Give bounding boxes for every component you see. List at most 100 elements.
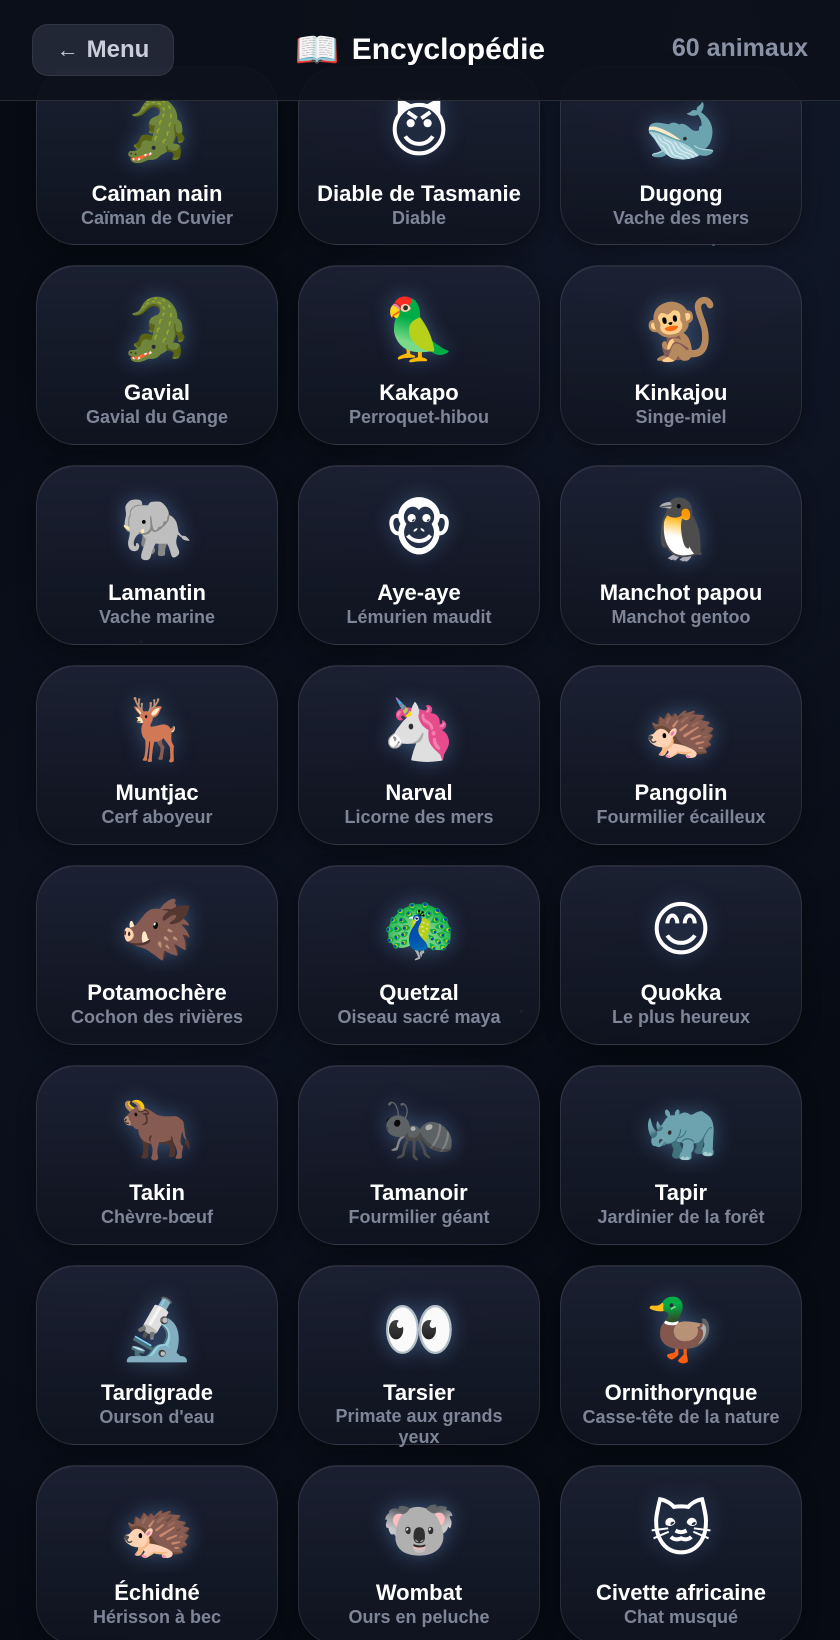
animal-name: Aye-aye xyxy=(377,580,461,605)
parrot-icon: 🦜 xyxy=(381,296,457,363)
animal-card[interactable]: 🦔 Échidné Hérisson à bec xyxy=(36,1465,278,1640)
encyclopedia-page: 🐊 Caïman nain Caïman de Cuvier 😈 Diable … xyxy=(0,0,840,1640)
unicorn-icon: 🦄 xyxy=(381,696,457,763)
animal-subtitle: Ourson d'eau xyxy=(99,1407,215,1427)
book-icon: 📖 xyxy=(294,29,340,70)
animal-card[interactable]: 🐘 Lamantin Vache marine xyxy=(36,465,278,645)
animal-subtitle: Vache marine xyxy=(98,607,216,627)
animal-subtitle: Ours en peluche xyxy=(348,1607,490,1627)
animal-name: Caïman nain xyxy=(91,181,223,206)
animal-name: Potamochère xyxy=(87,980,227,1005)
animal-name: Tardigrade xyxy=(100,1380,214,1405)
animal-subtitle: Manchot gentoo xyxy=(611,607,751,627)
animal-subtitle: Vache des mers xyxy=(612,208,750,228)
animal-subtitle: Diable xyxy=(391,208,447,228)
ant-icon: 🐜 xyxy=(381,1096,457,1163)
animal-subtitle: Lémurien maudit xyxy=(346,607,492,627)
animal-name: Narval xyxy=(385,780,453,805)
animal-subtitle: Licorne des mers xyxy=(344,807,494,827)
animal-card[interactable]: 🐜 Tamanoir Fourmilier géant xyxy=(298,1065,540,1245)
animal-subtitle: Primate aux grands yeux xyxy=(335,1406,503,1447)
animal-name: Pangolin xyxy=(634,780,728,805)
elephant-icon: 🐘 xyxy=(119,496,195,563)
peacock-icon: 🦚 xyxy=(381,896,457,963)
whale-icon: 🐋 xyxy=(643,97,719,164)
animal-card[interactable]: 🐒 Kinkajou Singe-miel xyxy=(560,265,802,445)
animal-name: Kinkajou xyxy=(634,380,728,405)
animal-name: Manchot papou xyxy=(599,580,763,605)
page-title: Encyclopédie xyxy=(351,33,546,66)
animal-card[interactable]: 🐗 Potamochère Cochon des rivières xyxy=(36,865,278,1045)
animal-subtitle: Caïman de Cuvier xyxy=(80,208,234,228)
animal-name: Civette africaine xyxy=(596,1580,766,1605)
animal-subtitle: Casse-tête de la nature xyxy=(582,1407,780,1427)
animal-card[interactable]: 🐨 Wombat Ours en peluche xyxy=(298,1465,540,1640)
crocodile-icon: 🐊 xyxy=(119,97,195,164)
animal-subtitle: Jardinier de la forêt xyxy=(597,1207,765,1227)
animal-name: Lamantin xyxy=(108,580,206,605)
crocodile-icon: 🐊 xyxy=(119,296,195,363)
animal-name: Muntjac xyxy=(115,780,199,805)
animal-card[interactable]: 😊 Quokka Le plus heureux xyxy=(560,865,802,1045)
animal-card[interactable]: 🐱 Civette africaine Chat musqué xyxy=(560,1465,802,1640)
animal-name: Quokka xyxy=(640,980,722,1005)
animal-card[interactable]: 🐂 Takin Chèvre-bœuf xyxy=(36,1065,278,1245)
monkey-icon: 🐒 xyxy=(643,296,719,363)
animal-name: Tapir xyxy=(654,1180,708,1205)
hedgehog-icon: 🦔 xyxy=(643,696,719,763)
animal-subtitle: Chat musqué xyxy=(623,1607,738,1627)
monkey-face-icon: 🐵 xyxy=(384,496,454,563)
animal-subtitle: Le plus heureux xyxy=(611,1007,751,1027)
animal-name: Tamanoir xyxy=(370,1180,468,1205)
animal-card[interactable]: 🦌 Muntjac Cerf aboyeur xyxy=(36,665,278,845)
animal-card[interactable]: 🦔 Pangolin Fourmilier écailleux xyxy=(560,665,802,845)
animal-subtitle: Perroquet-hibou xyxy=(349,407,489,427)
animal-name: Diable de Tasmanie xyxy=(317,181,521,206)
animal-card[interactable]: 🦏 Tapir Jardinier de la forêt xyxy=(560,1065,802,1245)
animal-card[interactable]: 🐊 Gavial Gavial du Gange xyxy=(36,265,278,445)
menu-button-label: Menu xyxy=(86,36,150,63)
animal-subtitle: Chèvre-bœuf xyxy=(101,1207,213,1227)
animal-name: Échidné xyxy=(114,1580,200,1605)
animal-count: 60 animaux xyxy=(671,34,808,62)
animal-grid: 🐊 Caïman nain Caïman de Cuvier 😈 Diable … xyxy=(36,66,804,1640)
animal-card[interactable]: 🐵 Aye-aye Lémurien maudit xyxy=(298,465,540,645)
animal-card[interactable]: 🦚 Quetzal Oiseau sacré maya xyxy=(298,865,540,1045)
ox-icon: 🐂 xyxy=(119,1096,195,1163)
back-arrow-icon: ← xyxy=(56,37,79,62)
microscope-icon: 🔬 xyxy=(119,1296,195,1363)
animal-name: Tarsier xyxy=(383,1380,455,1405)
cat-face-icon: 🐱 xyxy=(649,1496,713,1563)
animal-card[interactable]: 🐧 Manchot papou Manchot gentoo xyxy=(560,465,802,645)
animal-name: Gavial xyxy=(123,380,191,405)
animal-subtitle: Hérisson à bec xyxy=(92,1607,222,1627)
animal-card[interactable]: 🦄 Narval Licorne des mers xyxy=(298,665,540,845)
top-bar: ← Menu 📖 Encyclopédie 60 animaux xyxy=(0,0,840,101)
animal-name: Kakapo xyxy=(379,380,459,405)
devil-icon: 😈 xyxy=(387,97,451,164)
penguin-icon: 🐧 xyxy=(643,496,719,563)
animal-subtitle: Fourmilier écailleux xyxy=(596,807,766,827)
animal-name: Wombat xyxy=(375,1580,463,1605)
duck-icon: 🦆 xyxy=(643,1296,719,1363)
koala-icon: 🐨 xyxy=(381,1496,457,1563)
animal-subtitle: Cerf aboyeur xyxy=(101,807,213,827)
hedgehog-icon: 🦔 xyxy=(119,1496,195,1563)
animal-card[interactable]: 🦆 Ornithorynque Casse-tête de la nature xyxy=(560,1265,802,1445)
eyes-icon: 👀 xyxy=(381,1296,457,1363)
boar-icon: 🐗 xyxy=(119,896,195,963)
animal-subtitle: Cochon des rivières xyxy=(70,1007,244,1027)
rhinoceros-icon: 🦏 xyxy=(643,1096,719,1163)
animal-subtitle: Fourmilier géant xyxy=(348,1207,490,1227)
deer-icon: 🦌 xyxy=(119,696,195,763)
animal-subtitle: Singe-miel xyxy=(635,407,727,427)
animal-subtitle: Gavial du Gange xyxy=(85,407,229,427)
smiling-face-icon: 😊 xyxy=(649,896,713,963)
animal-name: Ornithorynque xyxy=(604,1380,758,1405)
animal-name: Quetzal xyxy=(379,980,459,1005)
animal-card[interactable]: 👀 Tarsier Primate aux grands yeux xyxy=(298,1265,540,1447)
menu-button[interactable]: ← Menu xyxy=(32,24,174,76)
animal-subtitle: Oiseau sacré maya xyxy=(337,1007,501,1027)
animal-card[interactable]: 🦜 Kakapo Perroquet-hibou xyxy=(298,265,540,445)
animal-card[interactable]: 🔬 Tardigrade Ourson d'eau xyxy=(36,1265,278,1445)
